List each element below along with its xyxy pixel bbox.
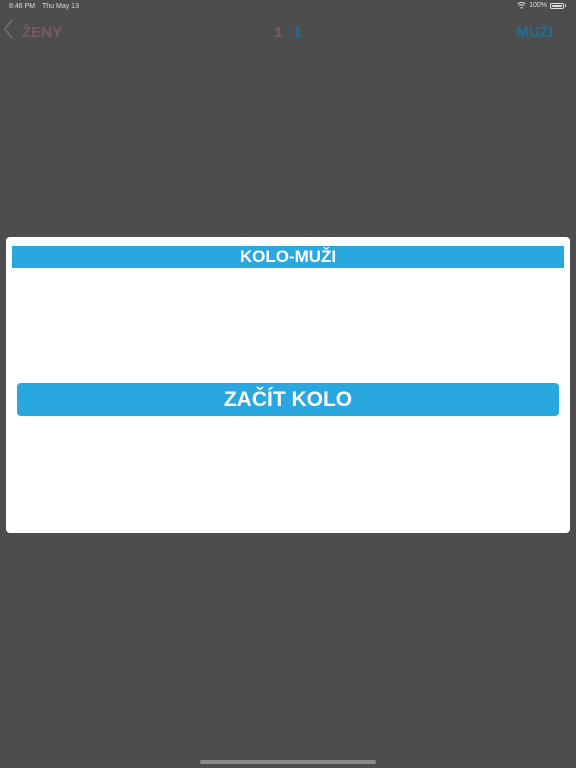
score-display: 1:1 [0, 24, 576, 41]
score-separator: : [285, 24, 291, 41]
score-right: 1 [293, 24, 302, 41]
status-time: 8:46 PM [9, 3, 36, 10]
modal-title: KOLO-MUŽI [12, 246, 564, 268]
status-date: Thu May 13 [42, 3, 79, 10]
battery-nub [565, 4, 566, 7]
status-right-group: 100% [517, 2, 566, 9]
men-team-label: MUŽI [516, 24, 553, 41]
status-bar: 8:46 PM Thu May 13 100% [0, 0, 576, 14]
start-round-button[interactable]: ZAČÍT KOLO [17, 383, 559, 416]
battery-icon [550, 2, 564, 9]
battery-percent: 100% [529, 2, 547, 9]
home-indicator[interactable] [200, 760, 376, 764]
wifi-icon [517, 2, 526, 9]
navigation-bar: ŽENY 1:1 MUŽI [0, 18, 576, 48]
round-modal: KOLO-MUŽI ZAČÍT KOLO [6, 237, 570, 533]
score-left: 1 [274, 24, 283, 41]
